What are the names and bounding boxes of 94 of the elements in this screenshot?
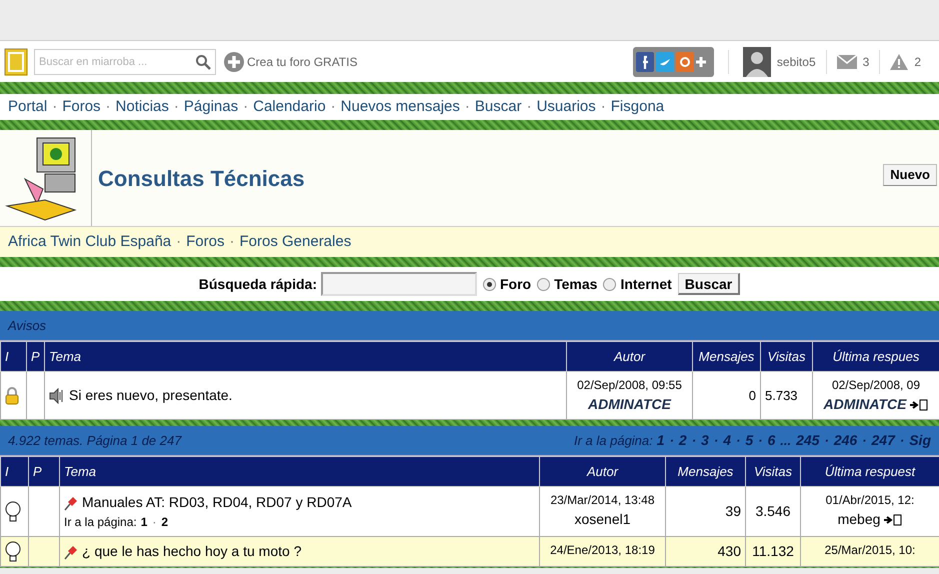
nav-link[interactable]: Foros — [62, 96, 101, 118]
pages-label: Ir a la página: — [64, 514, 138, 531]
separator: · — [151, 514, 158, 531]
separator: · — [51, 96, 58, 117]
author-link[interactable]: ADMINATCE — [571, 394, 688, 415]
separator: · — [600, 96, 607, 117]
plus-icon[interactable] — [696, 56, 706, 66]
radio-label: Temas — [554, 274, 598, 294]
separator: · — [172, 96, 180, 117]
nav-link[interactable]: Usuarios — [536, 96, 596, 118]
username[interactable]: sebito5 — [776, 52, 816, 70]
search-input[interactable] — [321, 272, 477, 296]
create-forum-link[interactable]: Crea tu foro GRATIS — [224, 52, 358, 72]
radio-button[interactable] — [603, 278, 616, 290]
warning-icon[interactable] — [890, 54, 908, 70]
column-header: Autor — [540, 456, 666, 486]
pages-label: Ir a la página: — [574, 432, 653, 450]
social-f-icon[interactable] — [636, 52, 654, 72]
nav-link[interactable]: Portal — [8, 96, 48, 118]
plus-icon — [224, 52, 244, 72]
pushpin-icon — [64, 544, 78, 560]
separator: · — [228, 232, 236, 252]
post-date: 02/Sep/2008, 09 — [830, 377, 922, 394]
nav-link[interactable]: Buscar — [474, 96, 522, 118]
separator: · — [734, 432, 742, 450]
message-count: 430 — [666, 536, 746, 566]
search-field[interactable]: Buscar en miarroba ... — [34, 48, 216, 74]
separator: · — [526, 96, 533, 117]
forum-title: Consultas Técnicas — [98, 166, 305, 190]
column-header: I — [0, 456, 28, 486]
radio-button[interactable] — [537, 278, 550, 290]
topic-link[interactable]: Si eres nuevo, presentate. — [69, 385, 232, 406]
message-count: 0 — [692, 372, 760, 420]
social-g-icon[interactable] — [676, 52, 694, 72]
topic-link[interactable]: Manuales AT: RD03, RD04, RD07 y RD07A — [82, 492, 352, 513]
breadcrumb-link[interactable]: Foros — [186, 230, 224, 254]
nav-link[interactable]: Nuevos mensajes — [340, 96, 460, 118]
separator: · — [690, 432, 698, 450]
bird-icon[interactable] — [656, 52, 674, 72]
separator: · — [823, 432, 830, 450]
logo-icon[interactable] — [4, 48, 28, 76]
speaker-icon — [49, 388, 65, 404]
radio-label: Internet — [620, 274, 672, 294]
author-link[interactable]: ADMINATCE — [824, 394, 906, 415]
separator: · — [242, 96, 250, 117]
envelope-icon[interactable] — [836, 54, 857, 68]
author-link[interactable]: mebeg — [838, 509, 880, 530]
page-link[interactable]: 2 — [161, 513, 168, 531]
search-button[interactable]: Buscar — [678, 273, 740, 295]
separator: · — [668, 432, 675, 450]
post-date: 23/Mar/2014, 13:48 — [549, 492, 656, 509]
author-link[interactable]: xosenel1 — [544, 509, 661, 530]
separator: · — [464, 96, 471, 117]
breadcrumb-link[interactable]: Africa Twin Club España — [8, 230, 172, 254]
separator: · — [712, 432, 720, 450]
separator: · — [175, 232, 182, 252]
nav-link[interactable]: Fisgona — [610, 96, 664, 118]
arrow-page-icon[interactable] — [910, 398, 928, 410]
avatar-icon[interactable] — [742, 46, 771, 76]
padlock-icon — [5, 386, 19, 404]
separator: · — [861, 432, 868, 450]
nav-link[interactable]: Noticias — [116, 96, 169, 118]
separator: ... — [779, 432, 792, 450]
light-bulb-icon — [5, 500, 21, 522]
visit-count: 5.733 — [760, 372, 812, 420]
radio-button[interactable] — [483, 278, 496, 290]
column-header: Tema — [60, 456, 540, 486]
nav-link[interactable]: Calendario — [253, 96, 326, 118]
post-date: 24/Ene/2013, 18:19 — [549, 542, 656, 559]
caption: Avisos — [8, 316, 48, 335]
page-link[interactable]: 1 — [140, 513, 148, 531]
post-date: 25/Mar/2015, 10: — [824, 542, 916, 559]
column-header: Autor — [566, 342, 692, 372]
post-date: 02/Sep/2008, 09:55 — [576, 377, 683, 394]
alert-count: 2 — [914, 54, 921, 70]
breadcrumb-link[interactable]: Foros Generales — [239, 230, 352, 254]
separator: · — [330, 96, 337, 117]
pushpin-icon — [64, 494, 78, 510]
message-count: 3 — [862, 54, 870, 70]
column-header: I — [0, 342, 26, 372]
separator: · — [104, 96, 112, 117]
new-button[interactable]: Nuevo — [883, 164, 937, 186]
separator: · — [757, 432, 764, 450]
search-icon[interactable] — [195, 54, 211, 70]
search-label: Búsqueda rápida: — [198, 274, 317, 294]
post-date: 01/Abr/2015, 12: — [824, 492, 916, 509]
radio-label: Foro — [500, 274, 532, 294]
nav-link[interactable]: Páginas — [184, 96, 238, 118]
visit-count: 11.132 — [746, 536, 800, 566]
separator: · — [898, 432, 906, 450]
column-header: Tema — [44, 342, 566, 372]
caption: 4.922 temas. Página 1 de 247 — [8, 432, 183, 450]
arrow-page-icon[interactable] — [884, 514, 902, 526]
light-bulb-icon — [5, 540, 21, 562]
